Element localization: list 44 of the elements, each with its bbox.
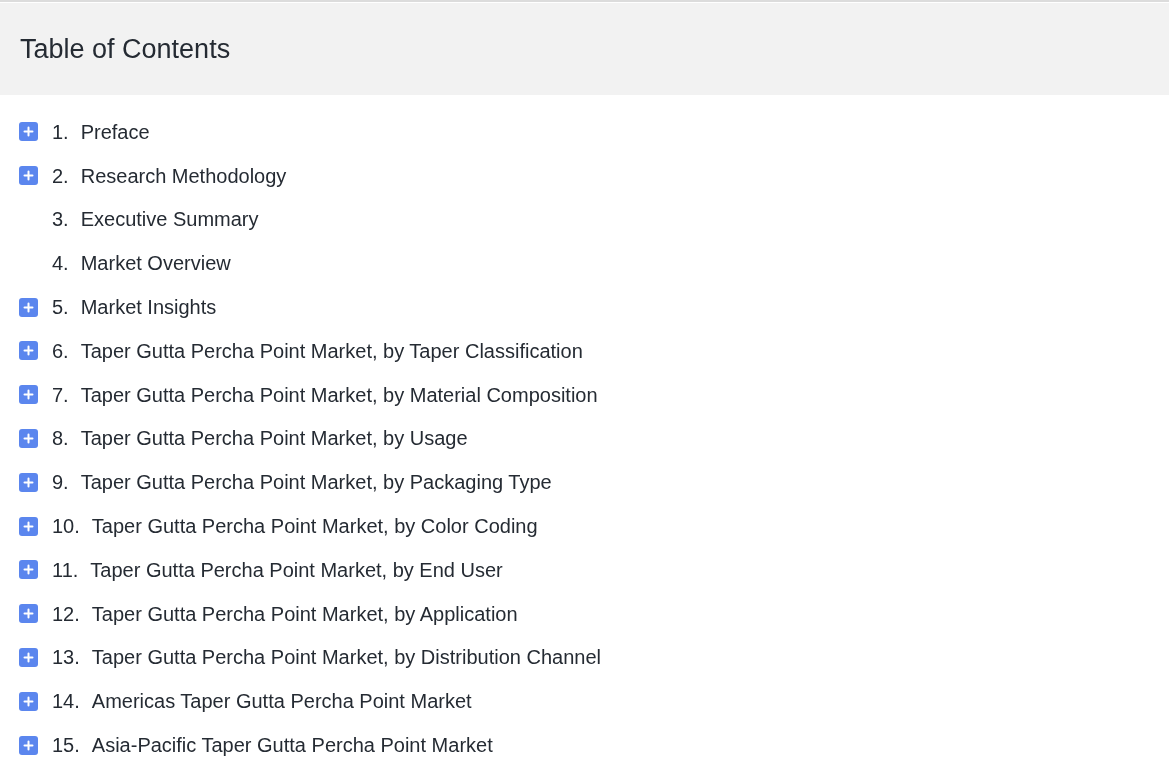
item-number: 8. (52, 426, 69, 452)
item-number: 10. (52, 514, 80, 540)
toc-entry-title[interactable]: Preface (80, 116, 150, 147)
toc-entry-title[interactable]: Taper Gutta Percha Point Market, by Packaging Type (80, 467, 552, 498)
item-number: 6. (52, 338, 69, 364)
expand-icon[interactable] (19, 560, 38, 580)
item-number: 1. (52, 119, 69, 145)
expand-icon[interactable] (19, 647, 38, 667)
item-number: 12. (52, 601, 80, 627)
expand-icon[interactable] (19, 122, 38, 142)
item-number: 15. (52, 733, 80, 759)
item-number: 14. (52, 689, 80, 715)
toc-entry-title[interactable]: Taper Gutta Percha Point Market, by Material Composition (80, 379, 598, 410)
toc-entry-title[interactable]: Taper Gutta Percha Point Market, by Taper Classification (80, 335, 583, 366)
expand-icon[interactable] (19, 428, 38, 448)
item-number: 2. (52, 163, 69, 189)
expand-icon[interactable] (19, 516, 38, 536)
expand-icon[interactable] (19, 735, 38, 755)
item-number: 9. (52, 470, 69, 496)
toc-entry-title[interactable]: Taper Gutta Percha Point Market, by End User (90, 554, 503, 585)
expand-icon[interactable] (19, 604, 38, 624)
toc-entry-title[interactable]: Executive Summary (80, 204, 259, 235)
expand-icon[interactable] (19, 341, 38, 361)
expand-icon[interactable] (19, 297, 38, 317)
toc-entry-title[interactable]: Taper Gutta Percha Point Market, by Color Coding (91, 511, 538, 542)
toc-entry-title[interactable]: Taper Gutta Percha Point Market, by Usage (80, 423, 468, 454)
item-number: 3. (52, 207, 69, 233)
expand-icon[interactable] (19, 472, 38, 492)
item-number: 13. (52, 645, 80, 671)
item-number: 5. (52, 295, 69, 321)
toc-entry-title[interactable]: Market Overview (80, 248, 231, 279)
toc-entry-title[interactable]: Asia-Pacific Taper Gutta Percha Point Market (91, 730, 493, 761)
toc-entry-title[interactable]: Americas Taper Gutta Percha Point Market (91, 686, 472, 717)
expand-icon[interactable] (19, 385, 38, 405)
toc-entry-title[interactable]: Market Insights (80, 292, 217, 323)
expand-icon[interactable] (19, 691, 38, 711)
item-number: 7. (52, 382, 69, 408)
expand-icon[interactable] (19, 166, 38, 186)
toc-entry-title[interactable]: Taper Gutta Percha Point Market, by Distribution Channel (91, 642, 601, 673)
toc-entry-title[interactable]: Research Methodology (80, 160, 287, 191)
item-number: 11. (52, 557, 79, 583)
section-title: Table of Contents (20, 32, 231, 66)
item-number: 4. (52, 251, 69, 277)
toc-entry-title[interactable]: Taper Gutta Percha Point Market, by Application (91, 598, 518, 629)
